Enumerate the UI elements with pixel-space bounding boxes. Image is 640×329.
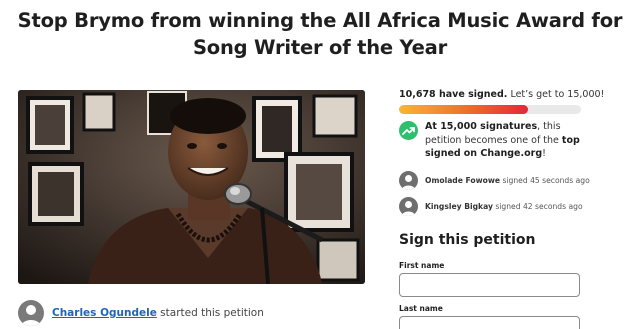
milestone-notice: At 15,000 signatures, this petition beco… bbox=[399, 120, 583, 161]
signer-avatar bbox=[399, 196, 418, 216]
signature-count-number: 10,678 have signed. bbox=[399, 89, 508, 100]
trending-up-icon bbox=[399, 121, 418, 140]
signer-avatar bbox=[399, 170, 418, 190]
milestone-text-3: ! bbox=[542, 148, 546, 159]
petition-photo bbox=[18, 90, 365, 284]
person-icon bbox=[401, 200, 416, 216]
person-icon bbox=[401, 174, 416, 190]
petition-sidebar: 10,678 have signed. Let’s get to 15,000!… bbox=[399, 88, 604, 216]
signer-time: signed 45 seconds ago bbox=[500, 175, 590, 185]
recent-signer: Omolade Fowowe signed 45 seconds ago bbox=[399, 170, 590, 190]
starter-suffix: started this petition bbox=[156, 307, 264, 319]
signer-name: Omolade Fowowe bbox=[425, 175, 501, 185]
last-name-label: Last name bbox=[399, 304, 443, 313]
signature-progress-fill bbox=[399, 105, 529, 114]
milestone-bold-1: At 15,000 signatures bbox=[425, 121, 538, 132]
signature-progress-bar bbox=[399, 105, 581, 114]
starter-avatar bbox=[18, 300, 44, 326]
singer-photo-illustration bbox=[18, 90, 365, 284]
signer-time: signed 42 seconds ago bbox=[492, 201, 583, 211]
signer-name: Kingsley Bigkay bbox=[425, 201, 493, 211]
recent-signer: Kingsley Bigkay signed 42 seconds ago bbox=[399, 196, 583, 216]
sign-petition-heading: Sign this petition bbox=[399, 232, 536, 248]
starter-name-link[interactable]: Charles Ogundele bbox=[52, 307, 157, 319]
signature-goal-text: Let’s get to 15,000! bbox=[507, 89, 605, 100]
petition-starter: Charles Ogundele started this petition bbox=[18, 299, 264, 327]
last-name-input[interactable] bbox=[399, 316, 580, 329]
recent-signers-list: Omolade Fowowe signed 45 seconds ago Kin… bbox=[399, 170, 590, 216]
milestone-bold-3: on Change.org bbox=[463, 148, 543, 159]
first-name-label: First name bbox=[399, 261, 445, 270]
petition-title: Stop Brymo from winning the All Africa M… bbox=[17, 9, 623, 59]
milestone-text: At 15,000 signatures, this petition beco… bbox=[425, 120, 583, 161]
first-name-input[interactable] bbox=[399, 273, 580, 297]
person-icon bbox=[21, 305, 41, 326]
signature-count: 10,678 have signed. Let’s get to 15,000! bbox=[399, 88, 604, 102]
